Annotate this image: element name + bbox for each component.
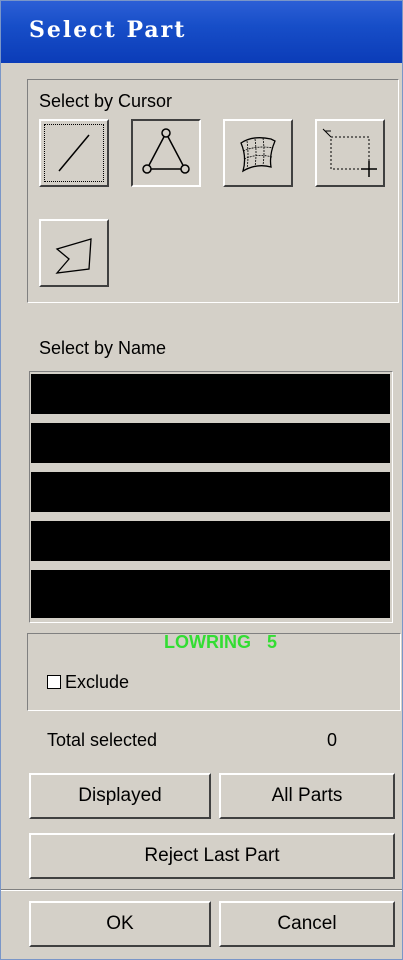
name-section-label: Select by Name [39,338,167,358]
part-row-die[interactable]: DIE4 [31,521,390,591]
total-selected-value: 0 [327,730,338,750]
displayed-button[interactable]: Displayed [29,773,211,819]
line-select-button[interactable] [39,119,109,187]
exclude-label: Exclude [65,672,130,692]
cancel-button[interactable]: Cancel [219,901,395,947]
surface-mesh-select-button[interactable] [223,119,293,187]
rectangle-window-select-button[interactable] [315,119,385,187]
separator [1,890,402,891]
triangle-node-select-button[interactable] [131,119,201,187]
polygon-select-icon [55,238,92,274]
all-parts-button[interactable]: All Parts [219,773,395,819]
rectangle-window-select-icon [322,128,377,177]
surface-mesh-select-icon [240,137,276,173]
cursor-section-label: Select by Cursor [39,91,173,111]
part-row-blank[interactable]: BLANK3 [31,472,390,542]
line-select-icon [58,134,90,172]
polygon-select-button[interactable] [39,219,109,287]
triangle-node-select-icon [142,128,190,174]
title-bar[interactable]: Select Part [1,1,402,63]
exclude-checkbox[interactable] [47,675,61,689]
part-row-blank-li[interactable]: BLANK.LI1 [31,374,390,444]
total-selected-label: Total selected [47,730,158,750]
part-row-lowring[interactable]: LOWRING 5 [31,570,390,652]
select-part-dialog: Select Part Select by Cursor Select by N… [0,0,403,960]
ok-button[interactable]: OK [29,901,211,947]
reject-last-part-button[interactable]: Reject Last Part [29,833,395,879]
dialog-title: Select Part [29,17,187,43]
part-row-lowtool[interactable]: LOWTOOL2 [31,423,390,493]
